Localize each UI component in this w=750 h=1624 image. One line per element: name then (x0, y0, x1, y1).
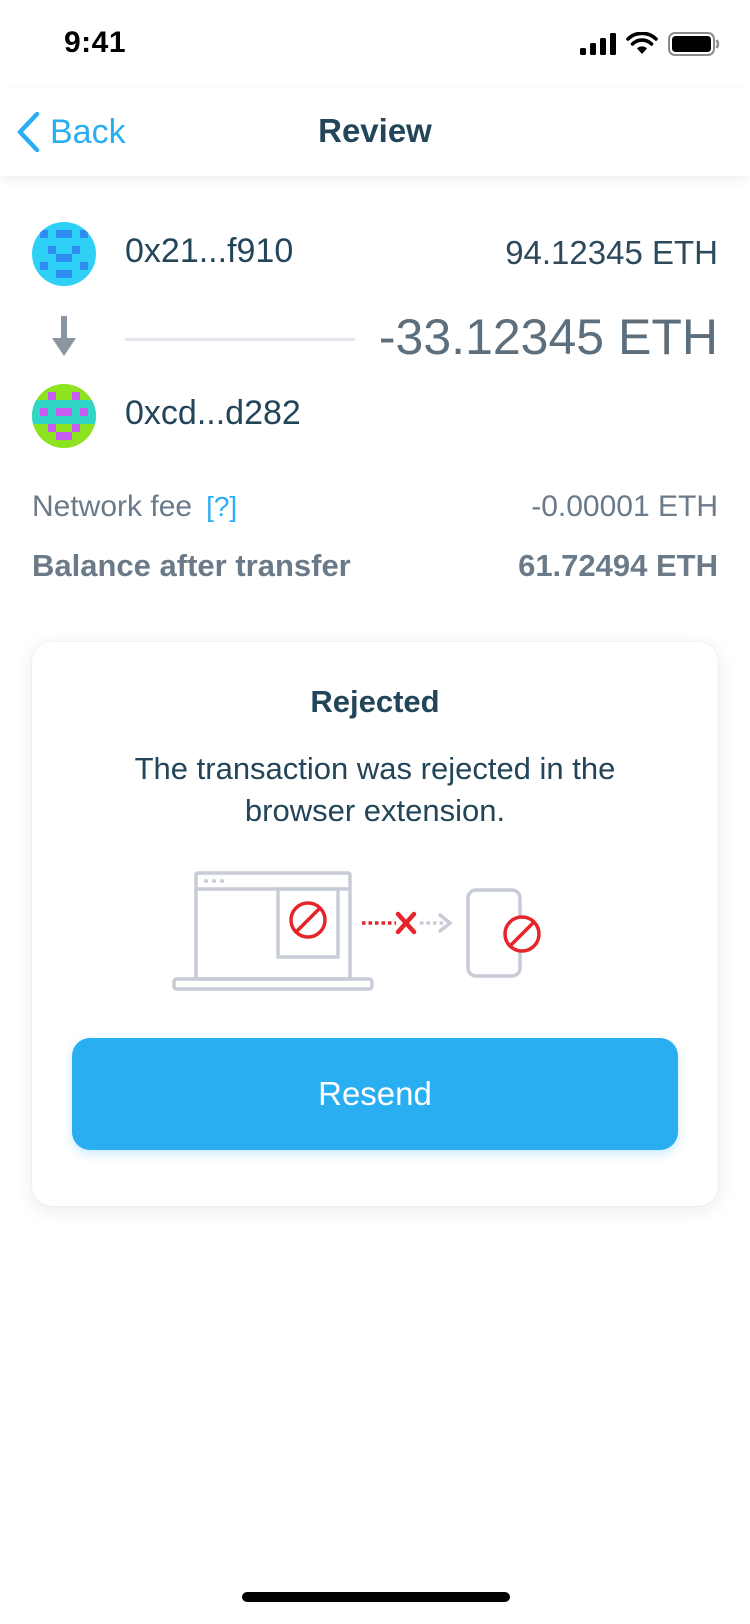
signal-icon (580, 33, 616, 55)
network-fee-value: -0.00001 ETH (531, 490, 718, 523)
from-account-row: 0x21...f910 94.12345 ETH (32, 222, 718, 286)
status-bar: 9:41 (0, 0, 750, 88)
phone-icon (466, 888, 541, 978)
rejected-card: Rejected The transaction was rejected in… (32, 642, 718, 1206)
page-title: Review (318, 112, 432, 149)
resend-button[interactable]: Resend (72, 1038, 678, 1150)
balance-after-value: 61.72494 ETH (518, 548, 718, 583)
from-avatar (32, 222, 96, 286)
network-fee-help-link[interactable]: [?] (206, 491, 237, 522)
nav-bar: Back Review (0, 88, 750, 176)
rejected-illustration (172, 871, 541, 991)
transfer-amount: -33.12345 ETH (378, 309, 718, 365)
divider-line (125, 338, 355, 341)
to-avatar (32, 384, 96, 448)
status-icons (580, 32, 720, 56)
home-indicator[interactable] (242, 1592, 510, 1602)
wifi-icon (626, 32, 658, 54)
to-account-row: 0xcd...d282 (32, 384, 718, 448)
card-title: Rejected (310, 684, 440, 719)
network-fee-label: Network fee (32, 490, 193, 523)
network-fee-row: Network fee [?] -0.00001 ETH (32, 490, 718, 530)
arrow-down-icon (52, 316, 76, 356)
connection-failed-icon (362, 911, 453, 935)
to-address: 0xcd...d282 (125, 394, 301, 432)
card-message: The transaction was rejected in the brow… (134, 751, 616, 828)
transfer-amount-row: -33.12345 ETH (32, 308, 718, 368)
status-time: 9:41 (64, 26, 127, 59)
balance-after-row: Balance after transfer 61.72494 ETH (32, 548, 718, 588)
battery-icon (668, 32, 720, 56)
blocked-icon (289, 901, 327, 939)
laptop-icon (172, 871, 374, 991)
from-balance: 94.12345 ETH (505, 234, 718, 271)
from-address: 0x21...f910 (125, 232, 294, 270)
balance-after-label: Balance after transfer (32, 548, 351, 583)
